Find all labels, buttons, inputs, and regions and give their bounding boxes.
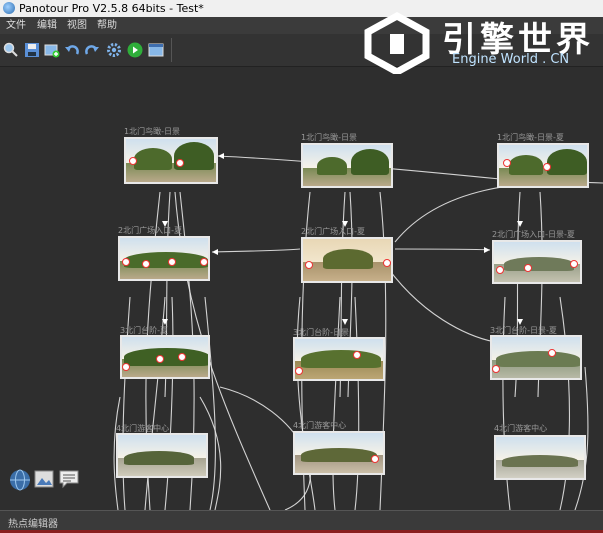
undo-icon[interactable] <box>64 42 80 58</box>
hotspot-editor-panel: 热点编辑器 <box>0 510 603 533</box>
comment-icon[interactable] <box>58 469 80 489</box>
panorama-node[interactable] <box>490 335 582 380</box>
panorama-node[interactable] <box>118 236 210 281</box>
app-icon <box>3 2 15 14</box>
panorama-node[interactable] <box>124 137 218 184</box>
magnify-icon[interactable] <box>3 42 19 58</box>
panorama-node[interactable] <box>301 143 393 188</box>
node-label: 4北门游客中心 <box>293 421 347 430</box>
panorama-node[interactable] <box>293 337 385 381</box>
node-label: 1北门鸟瞰-日景 <box>301 133 357 142</box>
panorama-node[interactable] <box>494 435 586 480</box>
panorama-node[interactable] <box>301 237 393 283</box>
menu-edit[interactable]: 编辑 <box>37 17 57 34</box>
node-label: 1北门鸟瞰-日景 <box>124 127 180 136</box>
panorama-node[interactable] <box>120 335 210 379</box>
menu-file[interactable]: 文件 <box>6 17 26 34</box>
watermark: 引擎世界 Engine World . CN <box>360 12 600 74</box>
node-label: 2北门广场入口-夏 <box>118 226 182 235</box>
save-icon[interactable] <box>24 42 40 58</box>
image-icon[interactable] <box>34 469 54 489</box>
menu-view[interactable]: 视图 <box>67 17 87 34</box>
play-build-icon[interactable] <box>127 42 143 58</box>
node-label: 4北门游客中心 <box>494 424 548 433</box>
engine-world-logo-icon <box>364 12 430 74</box>
menu-help[interactable]: 帮助 <box>97 17 117 34</box>
node-label: 2北门广场入口-夏 <box>301 227 365 236</box>
panorama-node[interactable] <box>497 143 589 188</box>
settings-gear-icon[interactable] <box>106 42 122 58</box>
panel-title: 热点编辑器 <box>8 519 58 530</box>
toolbar-separator <box>171 38 172 62</box>
window-title: Panotour Pro V2.5.8 64bits - Test* <box>19 2 204 15</box>
watermark-en: Engine World . CN <box>452 52 570 67</box>
panorama-node[interactable] <box>293 431 385 475</box>
panorama-node[interactable] <box>116 433 208 478</box>
globe-icon[interactable] <box>9 469 31 491</box>
preview-window-icon[interactable] <box>148 42 164 58</box>
tour-graph-canvas[interactable]: 1北门鸟瞰-日景 1北门鸟瞰-日景 1北门鸟瞰-日景-夏 2北门广场入口-夏 2… <box>0 67 603 510</box>
node-label: 2北门广场入口-日景-夏 <box>492 230 575 239</box>
panorama-node[interactable] <box>492 240 582 284</box>
node-label: 1北门鸟瞰-日景-夏 <box>497 133 564 142</box>
add-panorama-icon[interactable] <box>44 42 60 58</box>
redo-icon[interactable] <box>84 42 100 58</box>
